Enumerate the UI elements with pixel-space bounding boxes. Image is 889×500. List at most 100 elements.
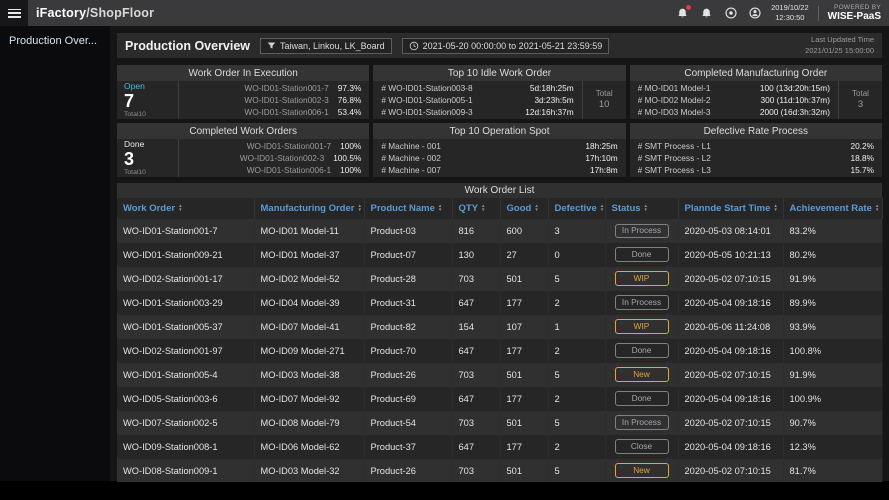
cell-defective: 5 [548,459,605,483]
app-title: iFactory/ShopFloor [36,6,154,20]
table-row[interactable]: WO-ID05-Station003-6MO-ID07 Model-92Prod… [117,387,882,411]
item-value: 100.5% [333,152,361,164]
list-item: # Machine - 00118h:25m [381,140,617,152]
table-row[interactable]: WO-ID02-Station001-97MO-ID09 Model-271Pr… [117,339,882,363]
cell-rate: 90.7% [783,411,882,435]
column-header[interactable]: Defective▲▼ [548,198,605,219]
status-badge: Done [615,343,669,358]
cell-good: 501 [500,411,548,435]
sort-icon[interactable]: ▲▼ [875,204,879,213]
table-row[interactable]: WO-ID07-Station002-5MO-ID08 Model-79Prod… [117,411,882,435]
item-value: 20.2% [850,140,874,152]
sort-icon[interactable]: ▲▼ [773,204,777,213]
stat-count: 7 [124,92,171,111]
cell-good: 600 [500,219,548,243]
cell-start: 2020-05-04 09:18:16 [678,291,783,315]
cell-qty: 703 [452,459,500,483]
column-label: Product Name [371,203,435,214]
powered-by-brand: WISE-PaaS [828,11,881,23]
sort-icon[interactable]: ▲▼ [178,204,182,213]
table-row[interactable]: WO-ID01-Station001-7MO-ID01 Model-11Prod… [117,219,882,243]
user-icon[interactable] [747,6,762,21]
cell-rate: 83.2% [783,219,882,243]
item-name: # Machine - 002 [381,152,585,164]
bell-icon[interactable] [699,6,714,21]
total-value: 3 [858,99,863,111]
cell-defective: 5 [548,267,605,291]
cell-product: Product-54 [364,411,452,435]
status-badge: Done [615,247,669,262]
column-header[interactable]: Good▲▼ [500,198,548,219]
cell-product: Product-82 [364,315,452,339]
cell-rate: 12.3% [783,435,882,459]
item-name: # SMT Process - L1 [638,140,851,152]
column-label: Good [507,203,532,214]
cell-status: New [605,363,678,387]
page-title: Production Overview [125,39,250,53]
cell-mo: MO-ID07 Model-92 [254,387,364,411]
column-header[interactable]: Status▲▼ [605,198,678,219]
cell-work_order: WO-ID01-Station003-29 [117,291,254,315]
item-name: # MO-ID03 Model-3 [638,106,760,118]
status-badge: In Process [615,415,669,430]
cell-defective: 0 [548,243,605,267]
table-row[interactable]: WO-ID01-Station009-21MO-ID01 Model-37Pro… [117,243,882,267]
panel-top-operation-spot: Top 10 Operation Spot # Machine - 00118h… [373,123,625,177]
item-name: # WO-ID01-Station009-3 [381,106,525,118]
table-row[interactable]: WO-ID01-Station005-4MO-ID03 Model-38Prod… [117,363,882,387]
cell-product: Product-26 [364,459,452,483]
cell-product: Product-26 [364,363,452,387]
sort-icon[interactable]: ▲▼ [644,204,648,213]
column-header[interactable]: Manufacturing Order▲▼ [254,198,364,219]
item-name: WO-ID01-Station006-1 [187,164,340,176]
cell-rate: 80.2% [783,243,882,267]
menu-button[interactable] [0,0,28,26]
cell-qty: 703 [452,363,500,387]
date-range-filter[interactable]: 2021-05-20 00:00:00 to 2021-05-21 23:59:… [402,38,610,54]
table-row[interactable]: WO-ID08-Station009-1MO-ID03 Model-32Prod… [117,459,882,483]
cell-start: 2020-05-02 07:10:15 [678,411,783,435]
app-title-sub: /ShopFloor [86,6,154,20]
location-filter[interactable]: Taiwan, Linkou, LK_Board [260,38,392,54]
column-header[interactable]: Work Order▲▼ [117,198,254,219]
sort-icon[interactable]: ▲▼ [357,204,361,213]
work-order-table-body: WO-ID01-Station001-7MO-ID01 Model-11Prod… [117,219,882,482]
item-name: WO-ID01-Station001-7 [187,140,340,152]
cell-work_order: WO-ID07-Station002-5 [117,411,254,435]
item-value: 17h:8m [590,164,618,176]
sort-icon[interactable]: ▲▼ [600,204,604,213]
cell-defective: 2 [548,291,605,315]
sidebar-item-production-overview[interactable]: Production Over... [0,26,110,56]
last-updated-value: 2021/01/25 15:00:00 [805,46,874,56]
list-item: # MO-ID01 Model-1100 (13d:20h:15m) [638,82,830,94]
table-row[interactable]: WO-ID01-Station003-29MO-ID04 Model-39Pro… [117,291,882,315]
column-header[interactable]: Achievement Rate▲▼ [783,198,882,219]
sort-icon[interactable]: ▲▼ [481,204,485,213]
column-header[interactable]: Product Name▲▼ [364,198,452,219]
sort-icon[interactable]: ▲▼ [438,204,442,213]
defective-rate-list: # SMT Process - L120.2% # SMT Process - … [630,139,882,177]
item-value: 300 (11d:10h:37m) [760,94,830,106]
cell-work_order: WO-ID01-Station001-7 [117,219,254,243]
topbar: iFactory/ShopFloor 2019/10/22 12:30:50 P… [0,0,889,26]
cell-defective: 2 [548,387,605,411]
completed-wo-list: WO-ID01-Station001-7100% WO-ID01-Station… [179,139,369,177]
table-row[interactable]: WO-ID01-Station005-37MO-ID07 Model-41Pro… [117,315,882,339]
item-value: 18.8% [850,152,874,164]
table-row[interactable]: WO-ID09-Station008-1MO-ID06 Model-62Prod… [117,435,882,459]
cell-product: Product-03 [364,219,452,243]
column-header[interactable]: Plannde Start Time▲▼ [678,198,783,219]
cell-good: 177 [500,435,548,459]
item-name: WO-ID01-Station002-3 [187,152,333,164]
item-value: 100% [340,140,361,152]
cell-start: 2020-05-04 09:18:16 [678,339,783,363]
column-header[interactable]: QTY▲▼ [452,198,500,219]
total-block: Total 10 [582,81,626,119]
eye-icon[interactable] [723,6,738,21]
table-row[interactable]: WO-ID02-Station001-17MO-ID02 Model-52Pro… [117,267,882,291]
bell-alert-icon[interactable] [675,6,690,21]
list-item: # WO-ID01-Station005-13d:23h:5m [381,94,573,106]
sort-icon[interactable]: ▲▼ [534,204,538,213]
cell-work_order: WO-ID01-Station009-21 [117,243,254,267]
cell-qty: 154 [452,315,500,339]
